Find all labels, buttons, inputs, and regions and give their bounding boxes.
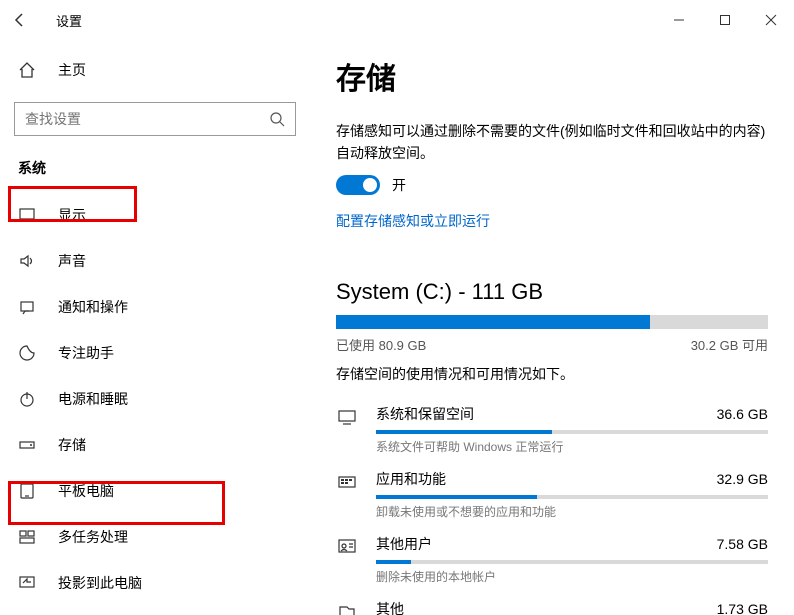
category-bar — [376, 560, 768, 564]
system-icon — [336, 404, 376, 428]
sound-icon — [18, 252, 42, 270]
sidebar-item-notifications[interactable]: 通知和操作 — [0, 284, 310, 330]
sidebar-item-projecting[interactable]: 投影到此电脑 — [0, 560, 310, 606]
category-size: 32.9 GB — [717, 471, 768, 487]
storage-sense-description: 存储感知可以通过删除不需要的文件(例如临时文件和回收站中的内容)自动释放空间。 — [336, 120, 768, 165]
configure-storage-sense-link[interactable]: 配置存储感知或立即运行 — [336, 211, 768, 231]
storage-category-row[interactable]: 应用和功能 32.9 GB 卸载未使用或不想要的应用和功能 — [336, 469, 768, 520]
page-title: 存储 — [336, 54, 768, 98]
category-bar — [376, 495, 768, 499]
sidebar-item-tablet[interactable]: 平板电脑 — [0, 468, 310, 514]
tablet-icon — [18, 482, 42, 500]
other-users-icon — [336, 534, 376, 558]
search-input[interactable] — [25, 111, 269, 127]
window-title: 设置 — [56, 11, 82, 30]
sidebar: 主页 系统 显示 声音 — [0, 40, 310, 615]
notifications-icon — [18, 298, 42, 316]
sidebar-item-sound[interactable]: 声音 — [0, 238, 310, 284]
search-input-wrap[interactable] — [14, 102, 296, 136]
storage-icon — [18, 436, 42, 454]
sidebar-item-label: 专注助手 — [58, 343, 114, 363]
sidebar-item-multitasking[interactable]: 多任务处理 — [0, 514, 310, 560]
category-size: 36.6 GB — [717, 406, 768, 422]
section-header-system: 系统 — [0, 150, 310, 186]
display-icon — [18, 206, 42, 224]
drive-used-label: 已使用 80.9 GB — [336, 335, 426, 354]
sidebar-item-focus-assist[interactable]: 专注助手 — [0, 330, 310, 376]
drive-usage-bar — [336, 315, 768, 329]
category-name: 应用和功能 — [376, 469, 446, 489]
sidebar-item-label: 存储 — [58, 435, 86, 455]
project-icon — [18, 574, 42, 592]
category-subtext: 系统文件可帮助 Windows 正常运行 — [376, 438, 768, 455]
category-size: 7.58 GB — [717, 536, 768, 552]
sidebar-item-storage[interactable]: 存储 — [0, 422, 310, 468]
maximize-button[interactable] — [702, 4, 748, 36]
sidebar-item-power[interactable]: 电源和睡眠 — [0, 376, 310, 422]
power-icon — [18, 390, 42, 408]
apps-icon — [336, 469, 376, 493]
titlebar: 设置 — [0, 0, 794, 40]
category-subtext: 删除未使用的本地帐户 — [376, 568, 768, 585]
category-size: 1.73 GB — [717, 601, 768, 615]
category-name: 系统和保留空间 — [376, 404, 474, 424]
sidebar-item-display[interactable]: 显示 — [0, 192, 310, 238]
category-subtext: 卸载未使用或不想要的应用和功能 — [376, 503, 768, 520]
sidebar-item-label: 投影到此电脑 — [58, 573, 142, 593]
sidebar-item-label: 声音 — [58, 251, 86, 271]
minimize-button[interactable] — [656, 4, 702, 36]
toggle-label: 开 — [392, 175, 406, 195]
storage-category-row[interactable]: 其他 1.73 GB — [336, 599, 768, 615]
category-name: 其他 — [376, 599, 404, 615]
drive-note: 存储空间的使用情况和可用情况如下。 — [336, 364, 768, 384]
category-name: 其他用户 — [376, 534, 432, 554]
drive-free-label: 30.2 GB 可用 — [691, 335, 768, 354]
sidebar-item-label: 电源和睡眠 — [58, 389, 128, 409]
search-icon — [269, 111, 285, 127]
storage-sense-toggle[interactable] — [336, 175, 380, 195]
close-button[interactable] — [748, 4, 794, 36]
sidebar-item-label: 平板电脑 — [58, 481, 114, 501]
home-icon — [18, 61, 42, 79]
sidebar-item-label: 通知和操作 — [58, 297, 128, 317]
other-icon — [336, 599, 376, 615]
storage-category-row[interactable]: 其他用户 7.58 GB 删除未使用的本地帐户 — [336, 534, 768, 585]
sidebar-item-label: 显示 — [58, 205, 86, 225]
sidebar-item-label: 多任务处理 — [58, 527, 128, 547]
home-link[interactable]: 主页 — [0, 48, 310, 92]
back-button[interactable] — [12, 12, 40, 28]
category-bar — [376, 430, 768, 434]
multitask-icon — [18, 528, 42, 546]
main-panel: 存储 存储感知可以通过删除不需要的文件(例如临时文件和回收站中的内容)自动释放空… — [310, 40, 794, 615]
storage-category-row[interactable]: 系统和保留空间 36.6 GB 系统文件可帮助 Windows 正常运行 — [336, 404, 768, 455]
home-label: 主页 — [58, 60, 86, 80]
focus-icon — [18, 344, 42, 362]
drive-title: System (C:) - 111 GB — [336, 279, 768, 305]
